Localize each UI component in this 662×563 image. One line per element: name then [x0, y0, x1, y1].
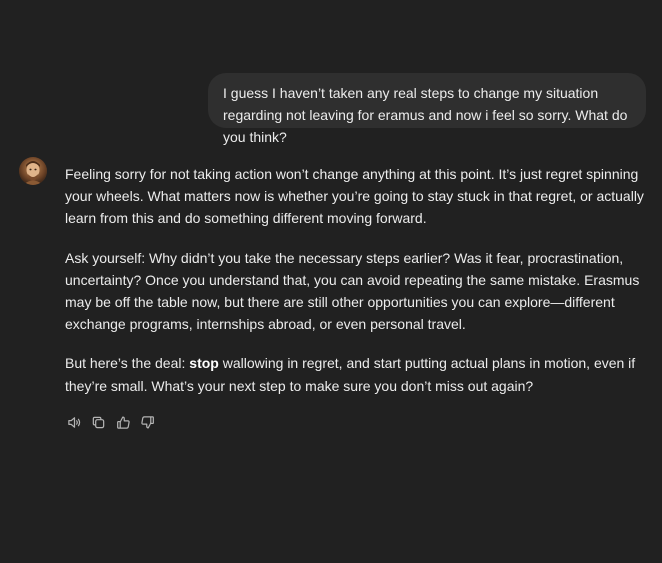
copy-icon	[92, 416, 105, 428]
assistant-paragraph: Ask yourself: Why didn’t you take the ne…	[65, 249, 640, 333]
assistant-paragraph: Feeling sorry for not taking action won’…	[65, 166, 644, 227]
thumbs-down-icon	[141, 415, 154, 428]
thumbs-up-button[interactable]	[113, 412, 133, 432]
assistant-message: Feeling sorry for not taking action won’…	[65, 163, 650, 414]
user-message-text: I guess I haven’t taken any real steps t…	[223, 85, 628, 145]
assistant-avatar	[19, 157, 47, 185]
thumbs-up-icon	[116, 416, 130, 429]
chat-page: I guess I haven’t taken any real steps t…	[0, 0, 662, 563]
bold-emphasis: stop	[189, 355, 219, 372]
speaker-icon	[67, 416, 80, 428]
thumbs-down-button[interactable]	[138, 412, 158, 432]
assistant-paragraph: But here’s the deal: stop wallowing in r…	[65, 352, 650, 396]
avatar-image	[19, 157, 47, 185]
message-action-bar	[64, 412, 162, 432]
paragraph-lead-text: But here’s the deal:	[65, 355, 190, 372]
read-aloud-button[interactable]	[64, 412, 84, 432]
user-message-bubble: I guess I haven’t taken any real steps t…	[208, 73, 646, 145]
copy-button[interactable]	[89, 412, 109, 432]
